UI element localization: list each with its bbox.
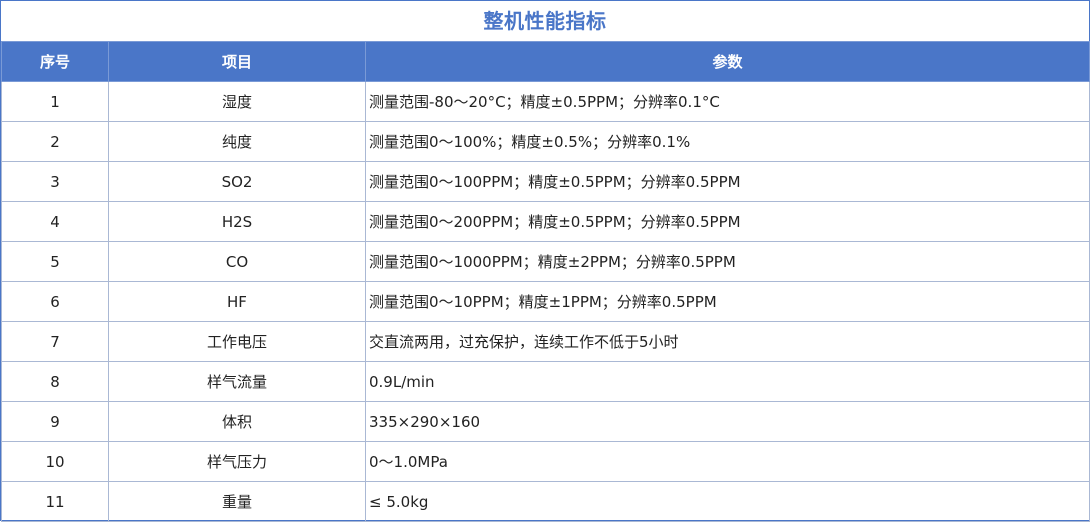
table-row: 9 体积 335×290×160 xyxy=(1,401,1090,442)
row-number: 1 xyxy=(1,81,109,122)
row-number: 2 xyxy=(1,121,109,162)
table-row: 1 湿度 测量范围-80～20°C；精度±0.5PPM；分辨率0.1°C xyxy=(1,81,1090,122)
row-item: CO xyxy=(108,241,366,282)
table-row: 8 样气流量 0.9L/min xyxy=(1,361,1090,402)
table-row: 5 CO 测量范围0～1000PPM；精度±2PPM；分辨率0.5PPM xyxy=(1,241,1090,282)
row-item: HF xyxy=(108,281,366,322)
row-param: 测量范围0～10PPM；精度±1PPM；分辨率0.5PPM xyxy=(365,281,1090,322)
row-number: 3 xyxy=(1,161,109,202)
row-param: 测量范围0～100PPM；精度±0.5PPM；分辨率0.5PPM xyxy=(365,161,1090,202)
row-number: 8 xyxy=(1,361,109,402)
row-item: 纯度 xyxy=(108,121,366,162)
table-row: 2 纯度 测量范围0～100%；精度±0.5%；分辨率0.1% xyxy=(1,121,1090,162)
table-row: 11 重量 ≤ 5.0kg xyxy=(1,481,1090,522)
table-header-row: 序号 项目 参数 xyxy=(1,41,1090,82)
row-param: 0.9L/min xyxy=(365,361,1090,402)
row-item: 工作电压 xyxy=(108,321,366,362)
table-row: 10 样气压力 0～1.0MPa xyxy=(1,441,1090,482)
spec-table: 序号 项目 参数 1 湿度 测量范围-80～20°C；精度±0.5PPM；分辨率… xyxy=(1,41,1090,522)
row-item: SO2 xyxy=(108,161,366,202)
table-row: 3 SO2 测量范围0～100PPM；精度±0.5PPM；分辨率0.5PPM xyxy=(1,161,1090,202)
column-header-no: 序号 xyxy=(1,41,109,82)
row-number: 10 xyxy=(1,441,109,482)
row-param: ≤ 5.0kg xyxy=(365,481,1090,522)
row-number: 9 xyxy=(1,401,109,442)
row-item: 湿度 xyxy=(108,81,366,122)
row-item: 重量 xyxy=(108,481,366,522)
row-item: 体积 xyxy=(108,401,366,442)
row-number: 4 xyxy=(1,201,109,242)
row-param: 交直流两用，过充保护，连续工作不低于5小时 xyxy=(365,321,1090,362)
row-number: 5 xyxy=(1,241,109,282)
row-item: 样气压力 xyxy=(108,441,366,482)
row-number: 11 xyxy=(1,481,109,522)
row-item: 样气流量 xyxy=(108,361,366,402)
row-param: 335×290×160 xyxy=(365,401,1090,442)
row-param: 测量范围0～200PPM；精度±0.5PPM；分辨率0.5PPM xyxy=(365,201,1090,242)
column-header-param: 参数 xyxy=(365,41,1090,82)
row-param: 0～1.0MPa xyxy=(365,441,1090,482)
row-param: 测量范围0～100%；精度±0.5%；分辨率0.1% xyxy=(365,121,1090,162)
row-number: 6 xyxy=(1,281,109,322)
column-header-item: 项目 xyxy=(108,41,366,82)
row-number: 7 xyxy=(1,321,109,362)
table-row: 7 工作电压 交直流两用，过充保护，连续工作不低于5小时 xyxy=(1,321,1090,362)
table-row: 6 HF 测量范围0～10PPM；精度±1PPM；分辨率0.5PPM xyxy=(1,281,1090,322)
row-param: 测量范围0～1000PPM；精度±2PPM；分辨率0.5PPM xyxy=(365,241,1090,282)
spec-sheet: 整机性能指标 序号 项目 参数 1 湿度 测量范围-80～20°C；精度±0.5… xyxy=(0,0,1090,522)
row-item: H2S xyxy=(108,201,366,242)
table-row: 4 H2S 测量范围0～200PPM；精度±0.5PPM；分辨率0.5PPM xyxy=(1,201,1090,242)
row-param: 测量范围-80～20°C；精度±0.5PPM；分辨率0.1°C xyxy=(365,81,1090,122)
page-title: 整机性能指标 xyxy=(483,9,607,33)
